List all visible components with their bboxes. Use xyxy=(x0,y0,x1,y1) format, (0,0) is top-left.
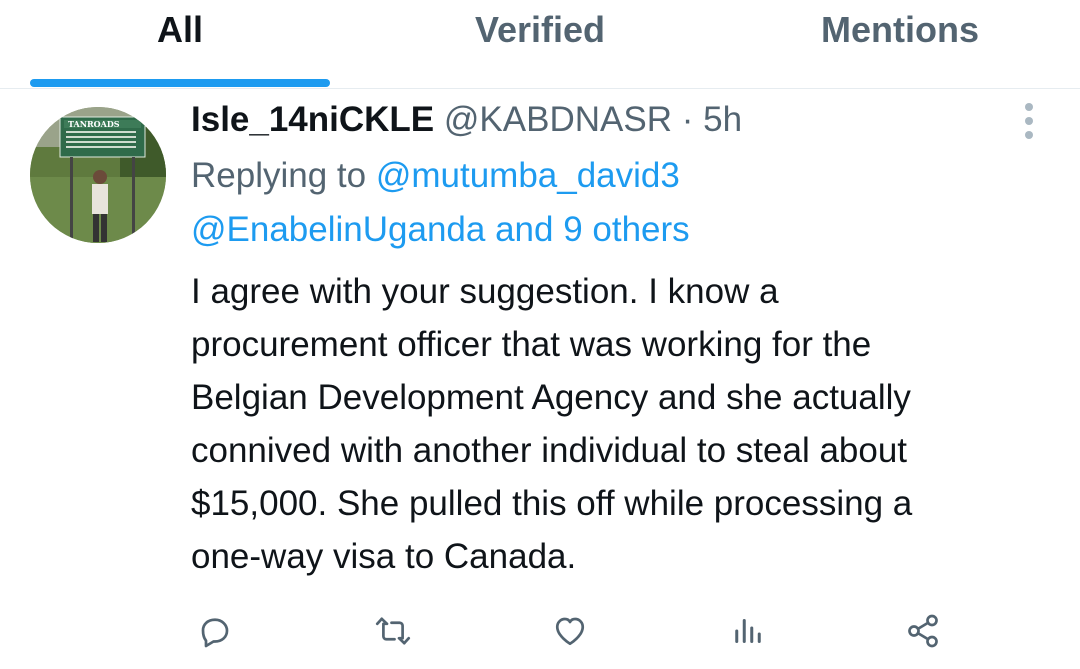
tweet-text-line: Belgian Development Agency and she actua… xyxy=(191,378,911,417)
tweet-text-line: procurement officer that was working for… xyxy=(191,325,872,364)
tweet-text-line: connived with another individual to stea… xyxy=(191,431,908,470)
share-icon xyxy=(908,614,938,648)
tab-bar: All Verified Mentions xyxy=(0,0,1080,89)
replying-to-label: Replying to xyxy=(191,156,376,195)
display-name[interactable]: Isle_14niCKLE xyxy=(191,100,434,139)
tweet[interactable]: TANROADS Isle_14niCKLE @KABDNASR · 5h Re… xyxy=(0,89,1080,669)
separator-dot: · xyxy=(681,100,694,139)
reply-button[interactable] xyxy=(185,601,245,661)
avatar[interactable]: TANROADS xyxy=(30,107,166,243)
tweet-header: Isle_14niCKLE @KABDNASR · 5h xyxy=(191,99,742,141)
tab-verified[interactable]: Verified xyxy=(390,10,690,50)
tweet-text-line: one-way visa to Canada. xyxy=(191,537,577,576)
tweet-text-line: $15,000. She pulled this off while proce… xyxy=(191,484,913,523)
active-tab-indicator xyxy=(30,79,330,87)
like-button[interactable] xyxy=(540,601,600,661)
avatar-image: TANROADS xyxy=(30,107,166,243)
analytics-button[interactable] xyxy=(718,601,778,661)
tab-all[interactable]: All xyxy=(30,10,330,50)
reply-icon xyxy=(201,618,229,648)
tweet-text: I agree with your suggestion. I know a p… xyxy=(191,265,1051,583)
like-icon xyxy=(555,617,585,646)
user-handle[interactable]: @KABDNASR xyxy=(444,100,672,139)
replying-to-others-link[interactable]: @EnabelinUganda and 9 others xyxy=(191,210,690,249)
timestamp[interactable]: 5h xyxy=(703,100,742,139)
tweet-actions xyxy=(0,601,1080,661)
retweet-button[interactable] xyxy=(363,601,423,661)
analytics-icon xyxy=(735,619,761,643)
replying-to-others: @EnabelinUganda and 9 others xyxy=(191,203,1051,257)
retweet-icon xyxy=(375,617,411,645)
more-options-icon[interactable] xyxy=(1014,101,1044,141)
tweet-text-line: I agree with your suggestion. I know a xyxy=(191,272,779,311)
replying-to-user-link[interactable]: @mutumba_david3 xyxy=(376,156,680,195)
avatar-sign-text: TANROADS xyxy=(68,119,120,129)
replying-to: Replying to @mutumba_david3 xyxy=(191,149,1051,203)
tab-mentions[interactable]: Mentions xyxy=(750,10,1050,50)
share-button[interactable] xyxy=(893,601,953,661)
